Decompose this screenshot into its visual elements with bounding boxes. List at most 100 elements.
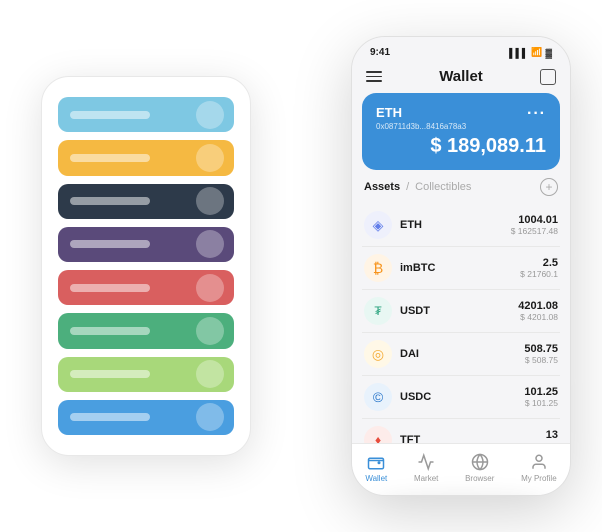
nav-wallet-label: Wallet [365,474,387,483]
card-dot [196,360,224,388]
status-time: 9:41 [370,47,390,58]
card-text-bar [70,240,150,248]
market-nav-icon [416,452,436,472]
card-5[interactable] [58,270,234,305]
bg-phone [41,76,251,456]
status-bar: 9:41 ▌▌▌ 📶 ▓ [352,37,570,62]
eth-card-bottom: $ 189,089.11 [376,135,546,158]
card-text-bar [70,327,150,335]
dai-asset-name: DAI [400,348,524,360]
imbtc-amount-main: 2.5 [520,257,558,269]
dai-amount-main: 508.75 [524,343,558,355]
tab-separator: / [406,181,409,193]
card-3[interactable] [58,184,234,219]
card-8[interactable] [58,400,234,435]
eth-card-top: ETH 0x08711d3b...8416a78a3 ··· [376,105,546,131]
nav-browser[interactable]: Browser [465,452,494,483]
usdc-amount-main: 101.25 [524,386,558,398]
eth-asset-name: ETH [400,219,511,231]
add-asset-button[interactable]: + [540,178,558,196]
phone-content: ETH 0x08711d3b...8416a78a3 ··· $ 189,089… [352,93,570,443]
tft-asset-amounts: 13 0 [546,429,558,443]
imbtc-asset-name: imBTC [400,262,520,274]
usdc-amount-sub: $ 101.25 [524,398,558,408]
bottom-nav: Wallet Market Browser [352,443,570,495]
card-dot [196,101,224,129]
nav-browser-label: Browser [465,474,494,483]
card-6[interactable] [58,313,234,348]
dai-icon: ◎ [364,340,392,368]
browser-nav-icon [470,452,490,472]
card-text-bar [70,370,150,378]
nav-market-label: Market [414,474,438,483]
usdt-amount-main: 4201.08 [518,300,558,312]
dai-asset-amounts: 508.75 $ 508.75 [524,343,558,365]
card-dot [196,144,224,172]
asset-row-tft[interactable]: ♦ TFT 13 0 [362,419,560,443]
nav-profile-label: My Profile [521,474,557,483]
usdc-icon: © [364,383,392,411]
asset-row-usdt[interactable]: ₮ USDT 4201.08 $ 4201.08 [362,290,560,333]
asset-row-imbtc[interactable]: ₿ imBTC 2.5 $ 21760.1 [362,247,560,290]
card-dot [196,230,224,258]
eth-icon: ◈ [364,211,392,239]
tft-amount-main: 13 [546,429,558,441]
eth-amount: $ 189,089.11 [430,135,546,158]
eth-amount-main: 1004.01 [511,214,558,226]
scene: 9:41 ▌▌▌ 📶 ▓ Wallet ETH [21,16,581,516]
usdc-asset-amounts: 101.25 $ 101.25 [524,386,558,408]
card-7[interactable] [58,357,234,392]
card-1[interactable] [58,97,234,132]
eth-label: ETH [376,105,466,120]
imbtc-icon: ₿ [364,254,392,282]
card-2[interactable] [58,140,234,175]
card-text-bar [70,413,150,421]
phone-header: Wallet [352,62,570,93]
tab-collectibles[interactable]: Collectibles [415,181,471,193]
card-text-bar [70,197,150,205]
nav-profile[interactable]: My Profile [521,452,557,483]
card-4[interactable] [58,227,234,262]
nav-wallet[interactable]: Wallet [365,452,387,483]
profile-nav-icon [529,452,549,472]
battery-icon: ▓ [545,48,552,58]
card-text-bar [70,154,150,162]
card-dot [196,403,224,431]
asset-row-usdc[interactable]: © USDC 101.25 $ 101.25 [362,376,560,419]
asset-row-dai[interactable]: ◎ DAI 508.75 $ 508.75 [362,333,560,376]
assets-tabs: Assets / Collectibles [364,181,471,193]
hamburger-line-1 [366,71,382,73]
asset-row-eth[interactable]: ◈ ETH 1004.01 $ 162517.48 [362,204,560,247]
eth-asset-amounts: 1004.01 $ 162517.48 [511,214,558,236]
eth-card[interactable]: ETH 0x08711d3b...8416a78a3 ··· $ 189,089… [362,93,560,170]
expand-icon[interactable] [540,69,556,85]
usdt-icon: ₮ [364,297,392,325]
usdc-asset-name: USDC [400,391,524,403]
tft-asset-name: TFT [400,434,546,443]
card-dot [196,187,224,215]
usdt-amount-sub: $ 4201.08 [518,312,558,322]
card-dot [196,317,224,345]
hamburger-line-3 [366,80,382,82]
nav-market[interactable]: Market [414,452,438,483]
dai-amount-sub: $ 508.75 [524,355,558,365]
fg-phone: 9:41 ▌▌▌ 📶 ▓ Wallet ETH [351,36,571,496]
eth-amount-sub: $ 162517.48 [511,226,558,236]
assets-header: Assets / Collectibles + [362,178,560,196]
usdt-asset-name: USDT [400,305,518,317]
signal-icon: ▌▌▌ [509,48,528,58]
page-title: Wallet [439,68,483,85]
status-icons: ▌▌▌ 📶 ▓ [509,47,552,58]
eth-menu-dots[interactable]: ··· [527,105,546,123]
wifi-icon: 📶 [531,47,542,58]
eth-card-info: ETH 0x08711d3b...8416a78a3 [376,105,466,131]
hamburger-icon[interactable] [366,71,382,82]
hamburger-line-2 [366,76,382,78]
eth-address: 0x08711d3b...8416a78a3 [376,122,466,131]
imbtc-asset-amounts: 2.5 $ 21760.1 [520,257,558,279]
usdt-asset-amounts: 4201.08 $ 4201.08 [518,300,558,322]
card-text-bar [70,111,150,119]
tab-assets[interactable]: Assets [364,181,400,193]
imbtc-amount-sub: $ 21760.1 [520,269,558,279]
tft-icon: ♦ [364,426,392,443]
